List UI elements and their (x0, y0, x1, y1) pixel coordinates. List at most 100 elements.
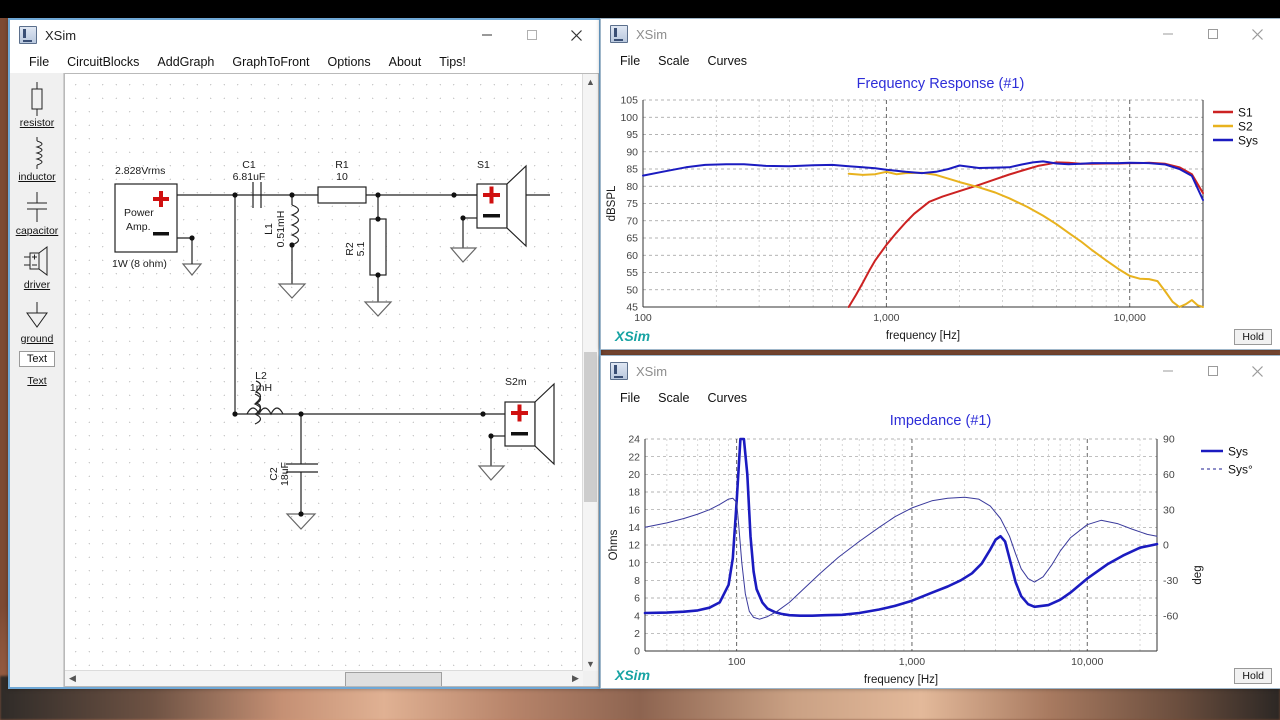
xsim-app-icon (610, 25, 628, 43)
ground-icon (23, 297, 51, 333)
label-l2-ref: L2 (255, 370, 267, 382)
label-c1-ref: C1 (242, 159, 256, 171)
svg-text:2: 2 (634, 628, 640, 640)
svg-text:16: 16 (628, 504, 640, 516)
fr-window-title: XSim (636, 26, 668, 42)
svg-text:S2: S2 (1238, 120, 1253, 134)
xsim-app-icon (19, 26, 37, 44)
impedance-window: XSim File Scale Curves Impedance (#1) 0 2… (600, 355, 1280, 689)
svg-text:0: 0 (634, 646, 640, 658)
label-s2-ref: S2m (505, 376, 527, 388)
vertical-scroll-thumb[interactable] (584, 352, 597, 502)
svg-text:22: 22 (628, 451, 640, 463)
label-amp-line2: Amp. (126, 221, 151, 233)
label-c1-val: 6.81uF (233, 171, 266, 183)
svg-text:65: 65 (626, 233, 638, 245)
fr-titlebar[interactable]: XSim (601, 19, 1280, 49)
label-l1-ref: L1 (263, 223, 275, 235)
imp-titlebar[interactable]: XSim (601, 356, 1280, 386)
svg-text:Sys: Sys (1228, 445, 1248, 459)
circuit-titlebar[interactable]: XSim (10, 20, 599, 50)
svg-text:90: 90 (1163, 434, 1175, 446)
window-resize-grip[interactable] (583, 671, 598, 686)
minimize-button[interactable] (1145, 19, 1190, 49)
svg-text:75: 75 (626, 198, 638, 210)
svg-text:dBSPL: dBSPL (606, 185, 618, 221)
svg-text:10,000: 10,000 (1114, 312, 1146, 324)
driver-icon (23, 243, 51, 279)
svg-text:Sys°: Sys° (1228, 463, 1253, 477)
palette-item-capacitor[interactable]: capacitor (11, 189, 63, 239)
fr-window-buttons (1145, 19, 1280, 49)
menu-tips[interactable]: Tips! (430, 53, 475, 71)
menu-options[interactable]: Options (319, 53, 380, 71)
palette-item-text[interactable]: Text (11, 375, 63, 389)
svg-text:Ohms: Ohms (608, 529, 620, 560)
fr-menu-scale[interactable]: Scale (649, 52, 698, 70)
label-c2-val: 18uF (279, 462, 291, 486)
palette-item-ground[interactable]: ground (11, 297, 63, 347)
imp-chart-svg[interactable]: 024681012141618202224100 1,000 10,000-60-3… (601, 429, 1280, 689)
fr-chart-svg[interactable]: 4550556065707580859095100105100 1,000 10,0… (601, 92, 1280, 350)
scroll-down-arrow[interactable]: ▼ (583, 656, 598, 671)
maximize-button[interactable] (509, 20, 554, 50)
schematic-canvas[interactable]: 2.828Vrms Power Amp. 1W (8 ohm) C1 6.81u… (64, 73, 599, 687)
svg-text:70: 70 (626, 215, 638, 227)
close-button[interactable] (1235, 19, 1280, 49)
close-icon (1252, 28, 1263, 40)
maximize-icon (526, 30, 537, 40)
palette-label-resistor: resistor (19, 117, 55, 129)
canvas-horizontal-scrollbar[interactable]: ◀ ▶ (65, 670, 583, 686)
svg-text:18: 18 (628, 487, 640, 499)
horizontal-scroll-thumb[interactable] (345, 672, 442, 686)
circuit-menubar: File CircuitBlocks AddGraph GraphToFront… (10, 50, 599, 73)
screen-root: XSim File CircuitBlocks AddGraph GraphTo… (0, 0, 1280, 720)
svg-text:90: 90 (626, 146, 638, 158)
maximize-button[interactable] (1190, 356, 1235, 386)
circuit-window-buttons (464, 20, 599, 50)
close-button[interactable] (554, 20, 599, 50)
svg-text:0: 0 (1163, 540, 1169, 552)
frequency-response-window: XSim File Scale Curves Frequency Respons… (600, 18, 1280, 350)
svg-text:95: 95 (626, 129, 638, 141)
svg-text:100: 100 (728, 656, 746, 668)
svg-text:1,000: 1,000 (873, 312, 899, 324)
palette-label-text-box: Text (18, 351, 56, 367)
close-button[interactable] (1235, 356, 1280, 386)
circuit-window: XSim File CircuitBlocks AddGraph GraphTo… (8, 18, 601, 689)
scroll-up-arrow[interactable]: ▲ (583, 74, 598, 89)
circuit-body: resistor inductor capacitor driver groun… (10, 73, 599, 687)
imp-menu-scale[interactable]: Scale (649, 389, 698, 407)
imp-menu-file[interactable]: File (611, 389, 649, 407)
label-amp-line1: Power (124, 207, 154, 219)
minimize-button[interactable] (464, 20, 509, 50)
palette-label-driver: driver (23, 279, 51, 291)
svg-text:80: 80 (626, 181, 638, 193)
svg-text:55: 55 (626, 267, 638, 279)
svg-text:14: 14 (628, 522, 640, 534)
fr-menu-curves[interactable]: Curves (698, 52, 756, 70)
fr-menu-file[interactable]: File (611, 52, 649, 70)
palette-item-driver[interactable]: driver (11, 243, 63, 293)
imp-hold-button[interactable]: Hold (1234, 668, 1272, 684)
maximize-button[interactable] (1190, 19, 1235, 49)
imp-menu-curves[interactable]: Curves (698, 389, 756, 407)
palette-item-resistor[interactable]: resistor (11, 81, 63, 131)
menu-file[interactable]: File (20, 53, 58, 71)
menu-graphtofront[interactable]: GraphToFront (223, 53, 318, 71)
menu-circuitblocks[interactable]: CircuitBlocks (58, 53, 148, 71)
scroll-left-arrow[interactable]: ◀ (65, 671, 80, 686)
menu-about[interactable]: About (380, 53, 431, 71)
minimize-icon (1162, 370, 1173, 372)
menu-addgraph[interactable]: AddGraph (148, 53, 223, 71)
palette-label-ground: ground (20, 333, 54, 345)
minimize-button[interactable] (1145, 356, 1190, 386)
palette-item-inductor[interactable]: inductor (11, 135, 63, 185)
canvas-vertical-scrollbar[interactable]: ▲ ▼ (582, 74, 598, 671)
fr-hold-button[interactable]: Hold (1234, 329, 1272, 345)
svg-text:S1: S1 (1238, 106, 1253, 120)
palette-item-text-box[interactable]: Text (11, 351, 63, 367)
scroll-right-arrow[interactable]: ▶ (568, 671, 583, 686)
svg-text:30: 30 (1163, 504, 1175, 516)
svg-text:6: 6 (634, 593, 640, 605)
